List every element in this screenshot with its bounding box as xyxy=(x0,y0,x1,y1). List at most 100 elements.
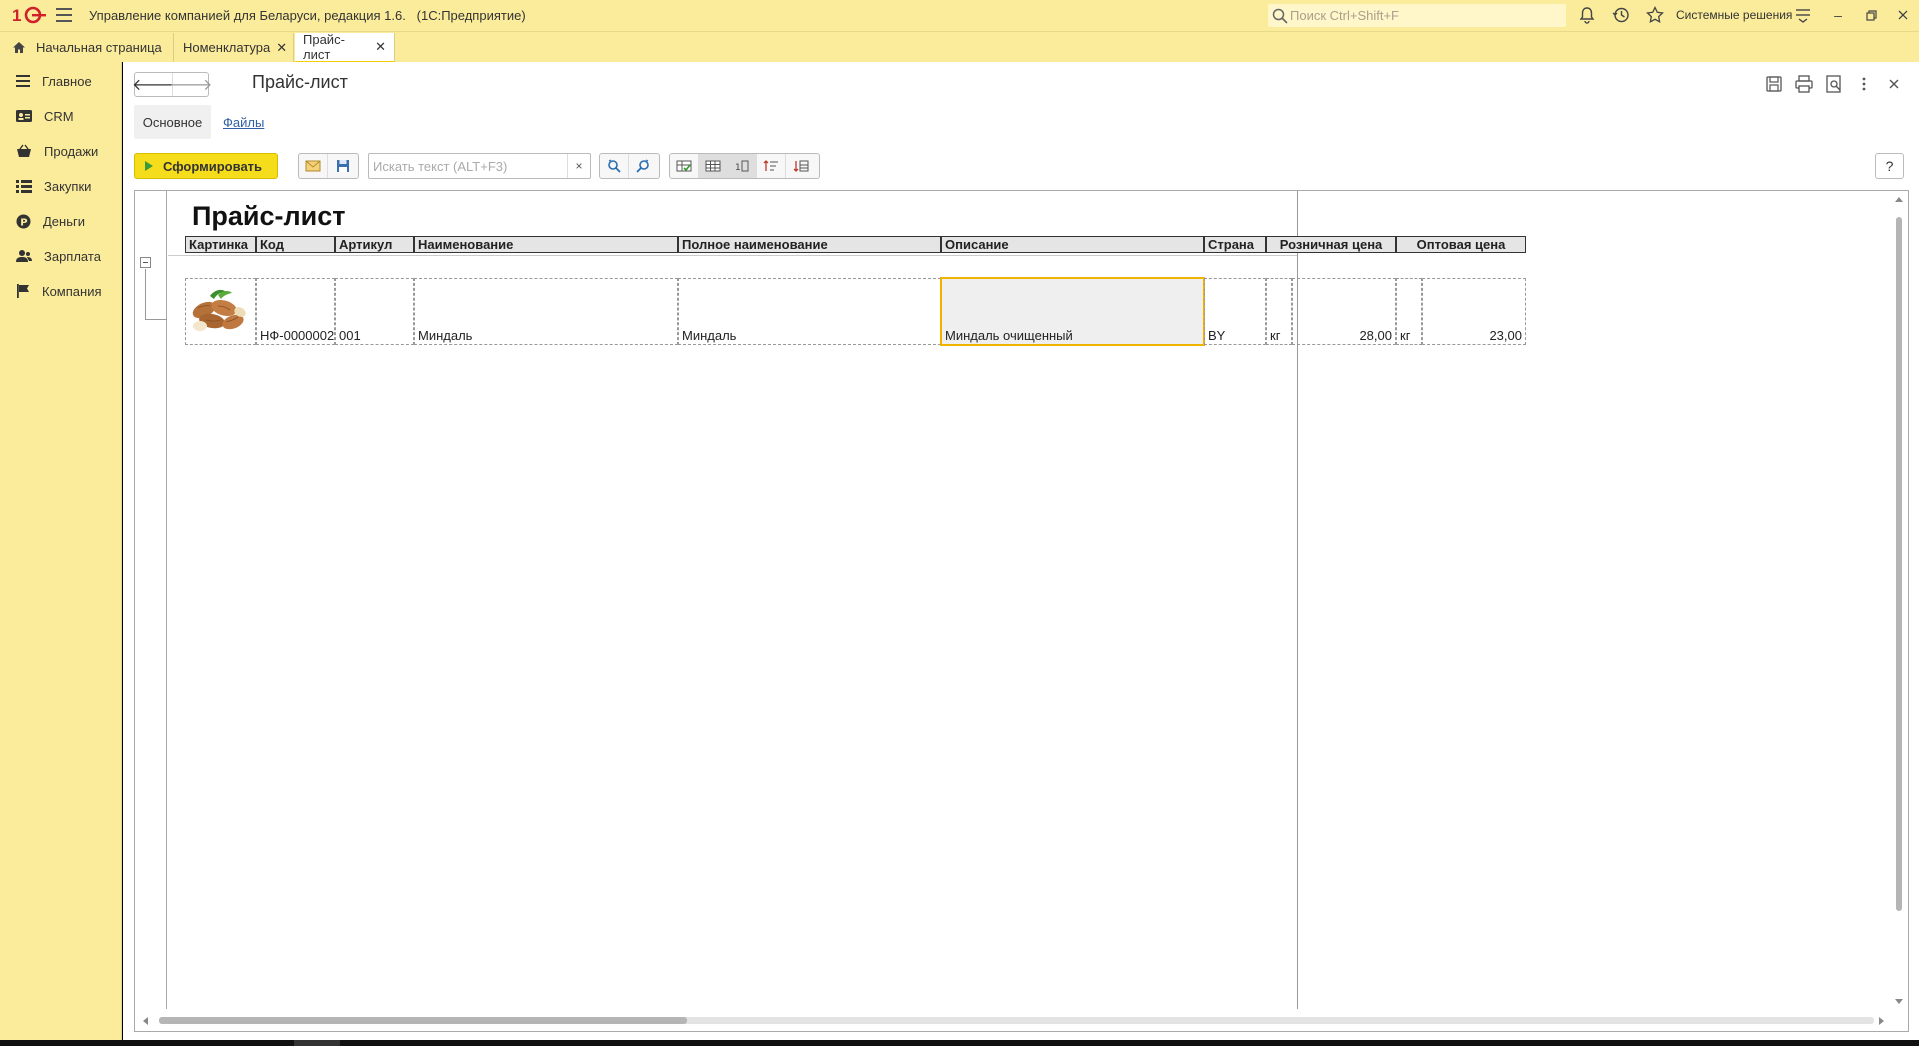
spreadsheet-document[interactable]: Прайс-лист Картинка Код Артикул Наименов… xyxy=(134,190,1909,1032)
tab-main[interactable]: Основное xyxy=(134,105,211,139)
search-icon xyxy=(1272,8,1288,24)
print-icon[interactable] xyxy=(1794,74,1814,94)
tab-price-list[interactable]: Прайс-лист ✕ xyxy=(295,32,395,63)
sidebar-item-company[interactable]: Компания xyxy=(0,276,122,306)
crm-icon xyxy=(16,110,32,122)
flag-icon xyxy=(17,284,29,298)
find-next-icon[interactable] xyxy=(600,154,629,178)
back-arrow-icon[interactable]: 🡐 xyxy=(132,73,175,96)
basket-icon xyxy=(17,144,31,157)
header-code[interactable]: Код xyxy=(256,236,335,253)
taskbar-strip xyxy=(0,1040,1919,1046)
close-icon[interactable] xyxy=(1890,4,1916,26)
purchases-icon xyxy=(16,180,32,193)
scroll-down-icon[interactable] xyxy=(1895,999,1903,1004)
sort-desc-icon[interactable] xyxy=(786,154,815,178)
svg-text:1: 1 xyxy=(12,6,21,25)
svg-text:1: 1 xyxy=(735,163,741,173)
scroll-left-icon[interactable] xyxy=(143,1017,148,1025)
grid-icon[interactable] xyxy=(699,154,728,178)
sidebar-item-crm[interactable]: CRM xyxy=(0,101,122,131)
bell-icon[interactable] xyxy=(1578,6,1596,24)
forward-arrow-icon[interactable]: 🡒 xyxy=(170,73,212,96)
sidebar-item-money[interactable]: Р Деньги xyxy=(0,206,122,236)
sort-asc-icon[interactable] xyxy=(757,154,786,178)
sidebar-item-purchases[interactable]: Закупки xyxy=(0,171,122,201)
cell-wholesale-price[interactable]: 23,00 xyxy=(1422,278,1526,345)
minimize-icon[interactable]: – xyxy=(1825,4,1851,26)
almond-image xyxy=(192,289,246,331)
cell-code[interactable]: НФ-00000027 xyxy=(256,278,335,345)
close-tab-icon[interactable]: ✕ xyxy=(375,39,386,55)
header-full-name[interactable]: Полное наименование xyxy=(678,236,941,253)
settings-lines-icon[interactable] xyxy=(1794,6,1812,24)
tab-label: Прайс-лист xyxy=(303,32,345,62)
vertical-scroll-thumb[interactable] xyxy=(1896,217,1902,911)
preview-icon[interactable] xyxy=(1824,74,1844,94)
sidebar-item-label: Главное xyxy=(42,73,92,89)
save-icon[interactable] xyxy=(1764,74,1784,94)
vertical-scrollbar[interactable] xyxy=(1889,191,1908,1009)
sidebar-item-label: Деньги xyxy=(43,213,85,229)
sidebar-item-main[interactable]: Главное xyxy=(0,66,122,96)
group-line-end xyxy=(145,319,167,320)
play-icon xyxy=(145,161,153,171)
tab-files[interactable]: Файлы xyxy=(223,105,264,139)
email-icon[interactable] xyxy=(299,154,328,178)
report-title: Прайс-лист xyxy=(192,201,346,231)
history-icon[interactable] xyxy=(1612,6,1630,24)
header-article[interactable]: Артикул xyxy=(335,236,414,253)
horizontal-scrollbar[interactable] xyxy=(135,1009,1889,1029)
close-tab-icon[interactable]: ✕ xyxy=(276,40,287,56)
save-icon[interactable] xyxy=(328,154,357,178)
header-name[interactable]: Наименование xyxy=(414,236,678,253)
close-form-icon[interactable] xyxy=(1884,74,1904,94)
global-search-input[interactable] xyxy=(1290,6,1560,25)
clear-icon[interactable]: × xyxy=(567,154,590,178)
generate-button[interactable]: Сформировать xyxy=(134,153,278,179)
main-area: 🡐 🡒 Прайс-лист Основное Файлы Сформирова… xyxy=(123,62,1919,1040)
scroll-up-icon[interactable] xyxy=(1895,197,1903,202)
header-wholesale-price[interactable]: Оптовая цена xyxy=(1396,236,1526,253)
sidebar-item-label: Компания xyxy=(42,283,102,299)
people-icon xyxy=(16,250,32,262)
cell-article[interactable]: 001 xyxy=(335,278,414,345)
header-retail-price[interactable]: Розничная цена xyxy=(1266,236,1396,253)
header-country[interactable]: Страна xyxy=(1204,236,1266,253)
text-search-input[interactable] xyxy=(373,157,563,175)
global-search[interactable] xyxy=(1268,4,1566,27)
more-icon[interactable] xyxy=(1854,74,1874,94)
cell-retail-unit[interactable]: кг xyxy=(1266,278,1292,345)
header-description[interactable]: Описание xyxy=(941,236,1204,253)
cell-name[interactable]: Миндаль xyxy=(414,278,678,345)
group-line xyxy=(145,269,146,319)
header-picture[interactable]: Картинка xyxy=(185,236,256,253)
horizontal-scroll-thumb[interactable] xyxy=(159,1017,687,1024)
system-solutions-label[interactable]: Системные решения xyxy=(1676,8,1792,22)
cell-retail-price[interactable]: 28,00 xyxy=(1292,278,1396,345)
view-group: 1 xyxy=(669,153,820,179)
collapse-group-icon[interactable] xyxy=(140,257,151,268)
tab-nomenclature[interactable]: Номенклатура ✕ xyxy=(175,33,294,62)
1c-logo-icon[interactable]: 1 xyxy=(12,5,46,25)
menu-icon[interactable] xyxy=(56,8,72,22)
show-grid-icon[interactable] xyxy=(670,154,699,178)
scroll-right-icon[interactable] xyxy=(1879,1017,1884,1025)
headers-icon[interactable]: 1 xyxy=(728,154,757,178)
tab-home[interactable]: Начальная страница xyxy=(0,33,174,62)
help-button[interactable]: ? xyxy=(1875,153,1904,179)
cell-wholesale-unit[interactable]: кг xyxy=(1396,278,1422,345)
cell-full-name[interactable]: Миндаль xyxy=(678,278,941,345)
sidebar-item-salary[interactable]: Зарплата xyxy=(0,241,122,271)
sidebar-item-sales[interactable]: Продажи xyxy=(0,136,122,166)
sidebar-item-label: Зарплата xyxy=(44,248,101,264)
svg-text:Р: Р xyxy=(20,217,27,228)
find-prev-icon[interactable] xyxy=(629,154,658,178)
star-icon[interactable] xyxy=(1646,6,1664,24)
cell-description[interactable]: Миндаль очищенный xyxy=(940,277,1205,346)
restore-icon[interactable] xyxy=(1858,4,1884,26)
sidebar-item-label: Продажи xyxy=(44,143,99,159)
cell-country[interactable]: BY xyxy=(1204,278,1266,345)
tab-label: Начальная страница xyxy=(36,40,162,55)
text-search-field[interactable]: × xyxy=(368,153,591,179)
